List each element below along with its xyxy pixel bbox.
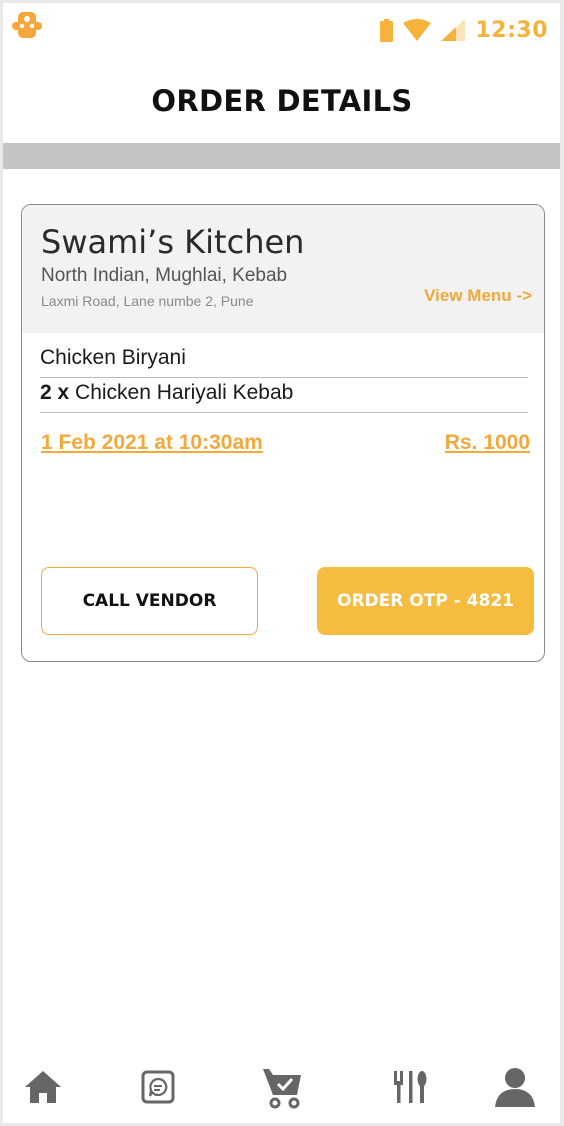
item-name: Chicken Biryani (40, 346, 186, 369)
call-vendor-button[interactable]: CALL VENDOR (41, 567, 258, 635)
item-name: Chicken Hariyali Kebab (75, 381, 294, 404)
order-date-time: 1 Feb 2021 at 10:30am (41, 431, 263, 454)
order-price: Rs. 1000 (444, 431, 530, 454)
status-time: 12:30 (475, 17, 548, 43)
battery-icon (380, 18, 394, 42)
cart-icon (263, 1069, 301, 1109)
nav-restaurants[interactable] (388, 1065, 432, 1109)
app-logo-icon (12, 12, 42, 38)
item-quantity: 2 x (40, 381, 70, 404)
order-item: Chicken Biryani (40, 343, 528, 378)
vendor-cuisine: North Indian, Mughlai, Kebab (41, 265, 288, 286)
view-menu-link[interactable]: View Menu -> (424, 286, 532, 306)
restaurant-icon (394, 1071, 427, 1103)
chat-icon (141, 1070, 175, 1104)
nav-cart[interactable] (261, 1065, 305, 1109)
header-divider (3, 143, 560, 169)
vendor-name: Swami’s Kitchen (41, 223, 305, 261)
wifi-icon (403, 19, 432, 41)
nav-chat[interactable] (136, 1065, 180, 1109)
order-otp-button[interactable]: ORDER OTP - 4821 (317, 567, 534, 635)
status-bar: 12:30 (0, 0, 564, 60)
bottom-nav (3, 1057, 560, 1123)
page-title: ORDER DETAILS (151, 84, 413, 118)
signal-icon (441, 19, 466, 41)
profile-icon (495, 1068, 535, 1107)
order-card: Swami’s Kitchen North Indian, Mughlai, K… (21, 204, 545, 662)
home-icon (25, 1071, 61, 1103)
order-item: 2 x Chicken Hariyali Kebab (40, 378, 528, 413)
nav-profile[interactable] (493, 1065, 537, 1109)
nav-home[interactable] (21, 1065, 65, 1109)
vendor-address: Laxmi Road, Lane numbe 2, Pune (41, 293, 254, 309)
vendor-header: Swami’s Kitchen North Indian, Mughlai, K… (22, 205, 544, 333)
